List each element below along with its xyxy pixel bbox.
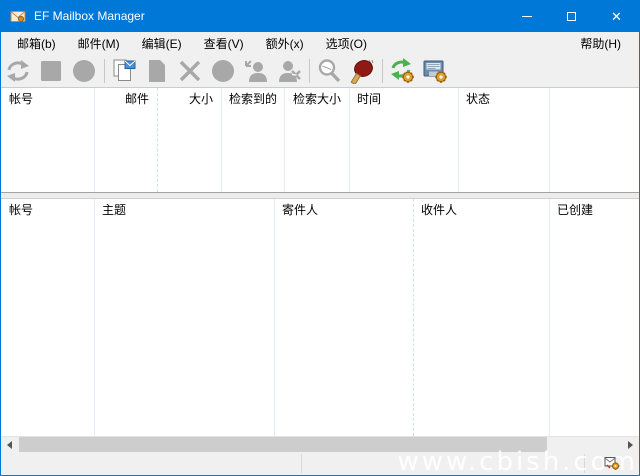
sync-gear-icon: [388, 57, 416, 85]
copy-mailbox-button[interactable]: [109, 57, 139, 85]
page-button[interactable]: [142, 57, 172, 85]
messages-list-body[interactable]: [1, 221, 639, 436]
user-check-button[interactable]: [241, 57, 271, 85]
column-header-created[interactable]: 已创建: [549, 199, 639, 221]
circle-icon: [210, 58, 236, 84]
maximize-button[interactable]: [549, 0, 594, 32]
close-icon: ✕: [611, 10, 622, 23]
ping-paddle-icon: [349, 58, 375, 84]
column-header-recipient[interactable]: 收件人: [413, 199, 549, 221]
menu-options[interactable]: 选项(O): [318, 32, 375, 55]
user-arrow-icon: [243, 58, 269, 84]
menu-edit[interactable]: 编辑(E): [134, 32, 190, 55]
window-title: EF Mailbox Manager: [34, 9, 504, 23]
record-button[interactable]: [69, 57, 99, 85]
menu-help[interactable]: 帮助(H): [572, 32, 629, 55]
gear-icon: [402, 71, 414, 83]
menu-view[interactable]: 查看(V): [196, 32, 252, 55]
accounts-list-body[interactable]: [1, 110, 639, 192]
column-header-retrieved-size[interactable]: 检索大小: [284, 88, 349, 110]
delete-x-icon: [177, 58, 203, 84]
menu-extra[interactable]: 额外(x): [258, 32, 312, 55]
messages-header-row: 帐号 主题 寄件人 收件人 已创建: [1, 199, 639, 221]
statusbar-separator: [301, 454, 302, 473]
accounts-list-panel: 帐号 邮件 大小 检索到的 检索大小 时间 状态: [1, 88, 639, 193]
copy-mail-icon: [111, 58, 137, 84]
title-bar[interactable]: EF Mailbox Manager ✕: [1, 0, 639, 32]
save-settings-button[interactable]: [420, 57, 450, 85]
column-header-mails[interactable]: 邮件: [94, 88, 157, 110]
minimize-button[interactable]: [504, 0, 549, 32]
close-button[interactable]: ✕: [594, 0, 639, 32]
minimize-icon: [522, 16, 532, 17]
user-remove-button[interactable]: [274, 57, 304, 85]
scroll-left-icon: [7, 441, 12, 449]
column-header-status[interactable]: 状态: [458, 88, 549, 110]
page-icon: [144, 58, 170, 84]
ping-button[interactable]: [347, 57, 377, 85]
column-header-retrieved[interactable]: 检索到的: [221, 88, 284, 110]
menu-mailbox[interactable]: 邮箱(b): [9, 32, 64, 55]
user-remove-icon: [276, 58, 302, 84]
column-header-empty[interactable]: [549, 88, 639, 110]
record-circle-icon: [71, 58, 97, 84]
app-window: EF Mailbox Manager ✕ 邮箱(b) 邮件(M) 编辑(E) 查…: [0, 0, 640, 476]
menu-mail[interactable]: 邮件(M): [70, 32, 128, 55]
menu-bar: 邮箱(b) 邮件(M) 编辑(E) 查看(V) 额外(x) 选项(O) 帮助(H…: [1, 32, 639, 55]
save-gear-icon: [421, 57, 449, 85]
watermark-text: www.cbish.com: [397, 447, 638, 476]
status-bar: www.cbish.com: [1, 452, 639, 475]
column-header-account[interactable]: 帐号: [1, 88, 94, 110]
mail-gear-icon: [604, 455, 621, 471]
stop-button[interactable]: [36, 57, 66, 85]
refresh-button[interactable]: [3, 57, 33, 85]
delete-button[interactable]: [175, 57, 205, 85]
scroll-left-button[interactable]: [1, 437, 18, 452]
accounts-header-row: 帐号 邮件 大小 检索到的 检索大小 时间 状态: [1, 88, 639, 110]
column-header-sender[interactable]: 寄件人: [274, 199, 413, 221]
maximize-icon: [567, 12, 576, 21]
column-header-time[interactable]: 时间: [349, 88, 458, 110]
stop-square-icon: [38, 58, 64, 84]
search-icon: [316, 58, 342, 84]
column-header-subject[interactable]: 主题: [94, 199, 274, 221]
column-header-size[interactable]: 大小: [157, 88, 221, 110]
column-header-account[interactable]: 帐号: [1, 199, 94, 221]
search-button[interactable]: [314, 57, 344, 85]
sync-accounts-button[interactable]: [387, 57, 417, 85]
toolbar: [1, 55, 639, 88]
refresh-icon: [5, 58, 31, 84]
messages-list-panel: 帐号 主题 寄件人 收件人 已创建: [1, 199, 639, 436]
toolbar-separator: [104, 59, 105, 83]
toolbar-separator: [309, 59, 310, 83]
circle-button[interactable]: [208, 57, 238, 85]
toolbar-separator: [382, 59, 383, 83]
envelope-icon: [10, 8, 26, 24]
